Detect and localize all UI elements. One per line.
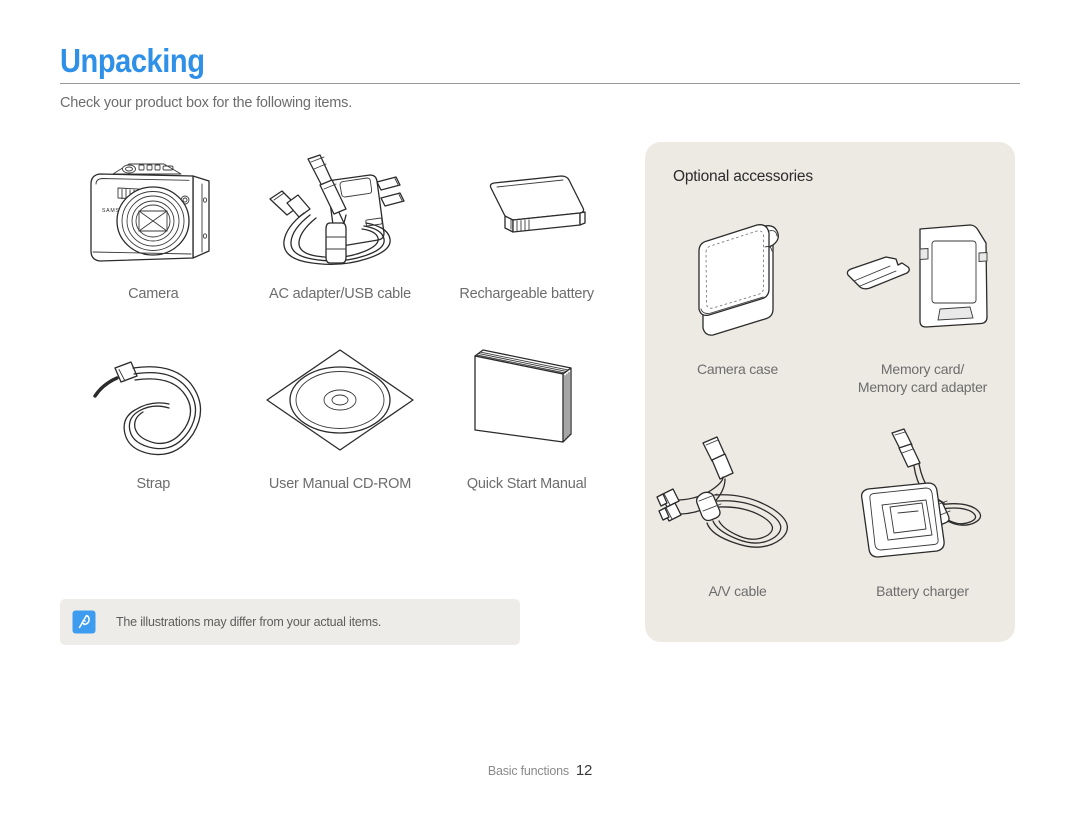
item-label: User Manual CD-ROM bbox=[268, 476, 412, 492]
item-cd-rom: User Manual CD-ROM bbox=[247, 330, 434, 520]
optional-accessories-panel: Optional accessories Camera case Memory … bbox=[645, 142, 1015, 642]
battery-charger-icon bbox=[840, 422, 1005, 582]
cd-rom-icon bbox=[255, 330, 425, 475]
memory-card-icon bbox=[840, 200, 1005, 360]
memory-card-label-line1: Memory card/ bbox=[880, 361, 965, 377]
optional-item-label: A/V cable bbox=[708, 583, 767, 599]
item-quick-start-manual: Quick Start Manual bbox=[433, 330, 620, 520]
item-ac-adapter: AC adapter/USB cable bbox=[247, 140, 434, 330]
page-subtitle: Check your product box for the following… bbox=[60, 95, 353, 111]
item-battery: Rechargeable battery bbox=[433, 140, 620, 330]
av-cable-icon bbox=[655, 422, 820, 582]
rechargeable-battery-icon bbox=[447, 140, 607, 285]
optional-item-label: Battery charger bbox=[876, 583, 969, 599]
footer-page-number: 12 bbox=[575, 762, 593, 779]
note-box: The illustrations may differ from your a… bbox=[60, 599, 520, 645]
included-items-grid: SAMSUNG Camera AC adapter/USB cable Rech… bbox=[60, 140, 620, 520]
ac-adapter-usb-cable-icon bbox=[254, 140, 426, 285]
optional-accessories-title: Optional accessories bbox=[673, 168, 813, 185]
optional-item-label: Memory card/ Memory card adapter bbox=[858, 360, 987, 396]
item-label: Camera bbox=[128, 286, 179, 302]
item-label: Rechargeable battery bbox=[459, 286, 594, 302]
camera-icon: SAMSUNG bbox=[69, 140, 237, 285]
footer-section-name: Basic functions bbox=[487, 764, 569, 778]
optional-item-memory-card: Memory card/ Memory card adapter bbox=[830, 200, 1015, 422]
manual-page: Unpacking Check your product box for the… bbox=[0, 0, 1080, 815]
note-text: The illustrations may differ from your a… bbox=[116, 615, 382, 629]
optional-item-av-cable: A/V cable bbox=[645, 422, 830, 642]
note-pen-icon bbox=[72, 610, 96, 634]
page-footer: Basic functions 12 bbox=[0, 762, 1080, 780]
item-label: AC adapter/USB cable bbox=[269, 286, 411, 302]
optional-item-camera-case: Camera case bbox=[645, 200, 830, 422]
item-camera: SAMSUNG Camera bbox=[60, 140, 247, 330]
optional-item-battery-charger: Battery charger bbox=[830, 422, 1015, 642]
optional-item-label: Camera case bbox=[696, 361, 779, 377]
item-label: Strap bbox=[136, 476, 171, 492]
item-strap: Strap bbox=[60, 330, 247, 520]
title-divider bbox=[60, 83, 1020, 84]
optional-accessories-grid: Camera case Memory card/ Memory card ada… bbox=[645, 200, 1015, 642]
memory-card-label-line2: Memory card adapter bbox=[857, 379, 988, 396]
page-header: Unpacking Check your product box for the… bbox=[60, 44, 1020, 111]
strap-icon bbox=[73, 330, 233, 475]
camera-case-icon bbox=[673, 200, 803, 360]
quick-start-manual-icon bbox=[447, 330, 607, 475]
page-title: Unpacking bbox=[60, 42, 205, 79]
item-label: Quick Start Manual bbox=[466, 476, 587, 492]
